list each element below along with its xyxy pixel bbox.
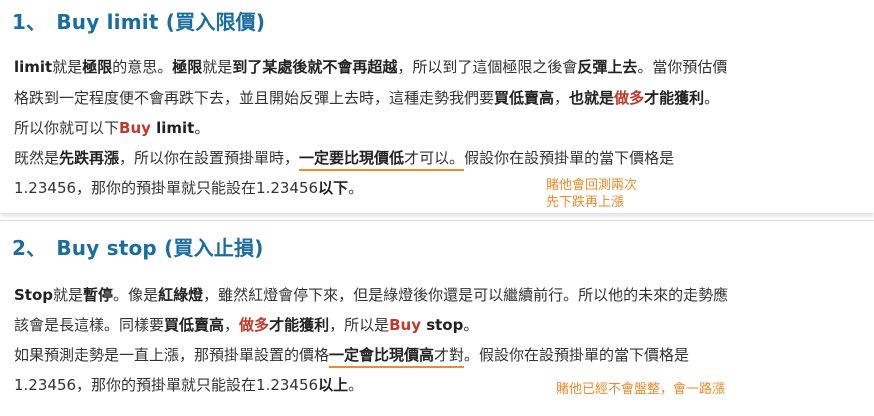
paragraph-line: 格跌到一定程度便不會再跌下去，並且開始反彈上去時，這種走勢我們要買低賣高，也就是… xyxy=(14,88,719,108)
text: 格跌到一定程度便不會再跌下去，並且開始反彈上去時，這種走勢我們要 xyxy=(14,89,495,107)
emphasis: 先跌再漲 xyxy=(59,149,120,167)
emphasis: 暫停 xyxy=(83,286,114,304)
text: ， xyxy=(224,316,240,334)
emphasis: 也就是 xyxy=(569,89,615,107)
text: 1.23456，那你的預掛單就只能設在1.23456 xyxy=(14,179,319,197)
section-title: Buy limit (買入限價) xyxy=(56,10,266,34)
text: ，所以到了這個極限之後會 xyxy=(397,58,578,76)
emphasis: 買低賣高 xyxy=(164,316,225,334)
orange-underline: 一定會比現價高才對 xyxy=(329,346,465,368)
text: 。 xyxy=(348,376,364,394)
text: 。當你預估價 xyxy=(637,58,728,76)
paragraph-line: 如果預測走勢是一直上漲，那預掛單設置的價格一定會比現價高才對。假設你在設預掛單的… xyxy=(14,345,690,368)
section-number: 2、 xyxy=(12,236,47,260)
paragraph-line: 既然是先跌再漲，所以你在設置預掛單時，一定要比現價低才可以。假設你在設預掛單的當… xyxy=(14,148,675,171)
emphasis: 反彈上去 xyxy=(577,58,638,76)
paragraph-line: 所以你就可以下Buy limit。 xyxy=(14,118,209,138)
text: 就是 xyxy=(53,286,84,304)
emphasis-red: 做多 xyxy=(614,89,645,107)
paragraph-line: Stop就是暫停。像是紅綠燈，雖然紅燈會停下來，但是綠燈後你還是可以繼續前行。所… xyxy=(14,285,728,305)
annotation-line: 先下跌再上漲 xyxy=(546,195,625,210)
text: 如果預測走勢是一直上漲，那預掛單設置的價格 xyxy=(14,346,330,364)
text: ，所以你在設置預掛單時， xyxy=(119,149,300,167)
text: 就是 xyxy=(52,58,83,76)
section-buy-stop: 2、 Buy stop (買入止損) Stop就是暫停。像是紅綠燈，雖然紅燈會停下… xyxy=(0,220,874,416)
emphasis: 紅綠燈 xyxy=(158,286,204,304)
text: ，所以是 xyxy=(329,316,390,334)
term-stop: Stop xyxy=(14,286,54,304)
text: ， xyxy=(554,89,570,107)
text: 。 xyxy=(348,179,364,197)
section-buy-limit: 1、 Buy limit (買入限價) limit就是極限的意思。極限就是到了某處… xyxy=(0,0,874,213)
emphasis: 才能獲利 xyxy=(644,89,705,107)
paragraph-line: 1.23456，那你的預掛單就只能設在1.23456以上。 xyxy=(14,375,363,395)
annotation-note: 賭他會回測兩次 先下跌再上漲 xyxy=(546,177,637,211)
text: 所以你就可以下 xyxy=(14,119,120,137)
annotation-line: 賭他已經不會盤整，會一路漲 xyxy=(556,382,726,397)
text: 。 xyxy=(194,119,210,137)
emphasis: 一定會比現價高 xyxy=(329,346,435,364)
emphasis: 極限 xyxy=(172,58,203,76)
text: ，雖然紅燈會停下來，但是綠燈後你還是可以繼續前行。所以他的未來的走勢應 xyxy=(203,286,729,304)
annotation-note: 賭他已經不會盤整，會一路漲 xyxy=(556,381,725,398)
term-limit: limit xyxy=(14,58,53,76)
emphasis: 以下 xyxy=(318,179,349,197)
text: 的意思。 xyxy=(112,58,173,76)
emphasis: 一定要比現價低 xyxy=(299,149,405,167)
text: 才對 xyxy=(434,346,465,364)
emphasis: 極限 xyxy=(82,58,113,76)
paragraph-line: 該會是長這樣。同樣要買低賣高，做多才能獲利，所以是Buy stop。 xyxy=(14,315,478,335)
section-number: 1、 xyxy=(12,10,47,34)
emphasis: 才能獲利 xyxy=(269,316,330,334)
section-heading-buy-stop: 2、 Buy stop (買入止損) xyxy=(12,232,264,261)
text: 該會是長這樣。同樣要 xyxy=(14,316,165,334)
emphasis: stop xyxy=(420,316,464,334)
emphasis: limit xyxy=(150,119,195,137)
orange-underline: 一定要比現價低才可以。 xyxy=(299,149,465,171)
text: 既然是 xyxy=(14,149,60,167)
annotation-line: 賭他會回測兩次 xyxy=(546,178,638,193)
paragraph-line: limit就是極限的意思。極限就是到了某處後就不會再超越，所以到了這個極限之後會… xyxy=(14,57,727,77)
text: 就是 xyxy=(202,58,233,76)
emphasis-red: Buy xyxy=(119,119,151,137)
paragraph-line: 1.23456，那你的預掛單就只能設在1.23456以下。 xyxy=(14,178,363,198)
text: 1.23456，那你的預掛單就只能設在1.23456 xyxy=(14,376,319,394)
text: 。假設你在設預掛單的當下價格是 xyxy=(464,346,690,364)
text: 。 xyxy=(704,89,720,107)
text: 假設你在設預掛單的當下價格是 xyxy=(464,149,675,167)
emphasis-red: 做多 xyxy=(239,316,270,334)
emphasis: 以上 xyxy=(318,376,349,394)
section-heading-buy-limit: 1、 Buy limit (買入限價) xyxy=(12,6,265,35)
text: 才可以。 xyxy=(404,149,465,167)
text: 。 xyxy=(463,316,479,334)
text: 。像是 xyxy=(113,286,159,304)
emphasis: 買低賣高 xyxy=(494,89,555,107)
emphasis: 到了某處後就不會再超越 xyxy=(232,58,398,76)
section-title: Buy stop (買入止損) xyxy=(56,236,264,260)
emphasis-red: Buy xyxy=(389,316,421,334)
